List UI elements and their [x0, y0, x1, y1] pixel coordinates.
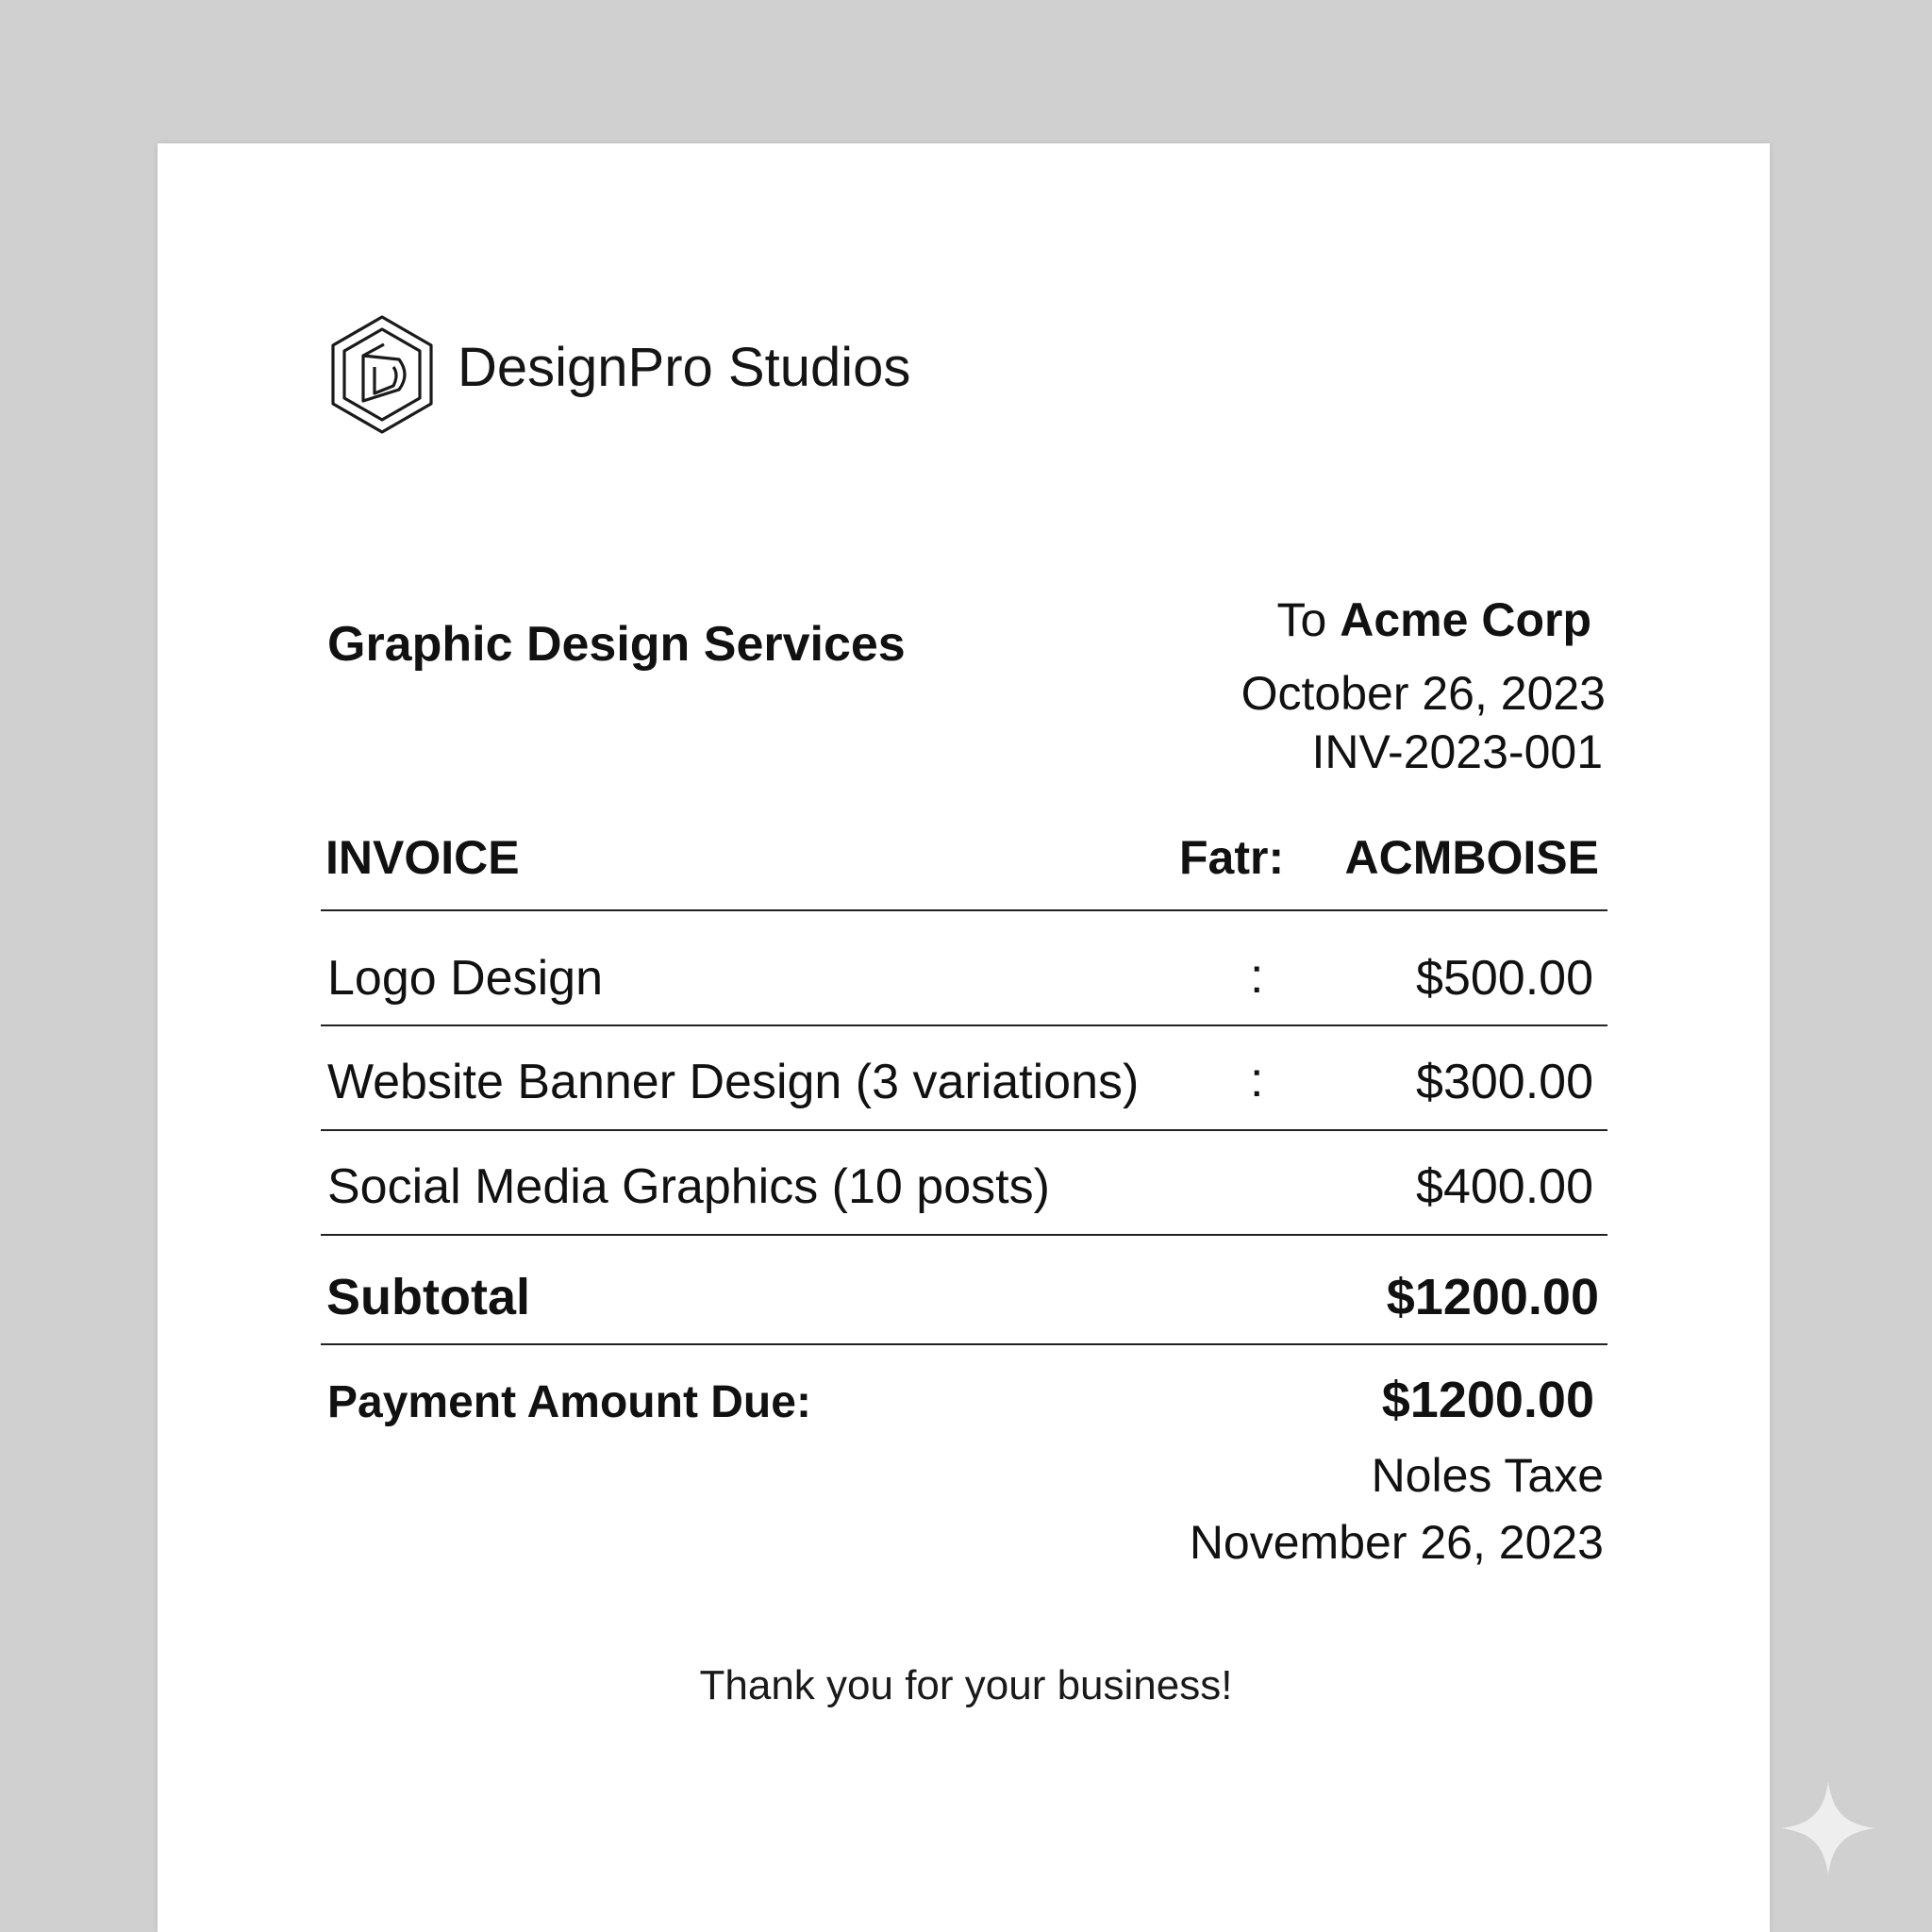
subtotal-label: Subtotal — [326, 1269, 530, 1325]
line-item-description: Logo Design — [327, 951, 603, 1006]
line-item-amount: $400.00 — [1416, 1159, 1593, 1214]
divider — [321, 1024, 1607, 1026]
client-name: Acme Corp — [1340, 593, 1591, 646]
amount-due-value: $1200.00 — [1381, 1372, 1594, 1428]
services-title: Graphic Design Services — [327, 617, 906, 672]
line-item-description: Website Banner Design (3 variations) — [327, 1055, 1140, 1109]
subtotal-value: $1200.00 — [1386, 1269, 1599, 1325]
divider — [321, 909, 1607, 911]
hexagon-d-logo-icon — [331, 315, 433, 434]
invoice-date: October 26, 2023 — [1241, 667, 1606, 720]
amount-due-label: Payment Amount Due: — [327, 1377, 811, 1427]
thank-you-message: Thank you for your business! — [699, 1662, 1233, 1708]
header-label: Fatr: — [1179, 831, 1285, 884]
line-item-description: Social Media Graphics (10 posts) — [327, 1159, 1050, 1214]
divider — [321, 1234, 1607, 1236]
line-item-separator: : — [1250, 949, 1264, 1004]
due-date: November 26, 2023 — [1189, 1516, 1604, 1569]
bill-to-line: To Acme Corp — [1277, 590, 1591, 650]
line-item-amount: $300.00 — [1416, 1055, 1593, 1109]
divider — [321, 1129, 1607, 1131]
line-item-amount: $500.00 — [1416, 951, 1593, 1006]
header-code: ACMBOISE — [1344, 831, 1599, 884]
invoice-heading: INVOICE — [325, 831, 520, 884]
sparkle-icon — [1781, 1781, 1875, 1875]
to-prefix: To — [1276, 593, 1327, 646]
divider — [321, 1343, 1607, 1345]
line-item-separator: : — [1250, 1053, 1264, 1108]
tax-note: Noles Taxe — [1371, 1449, 1604, 1502]
invoice-number: INV-2023-001 — [1311, 725, 1603, 778]
company-name: DesignPro Studios — [458, 337, 911, 398]
